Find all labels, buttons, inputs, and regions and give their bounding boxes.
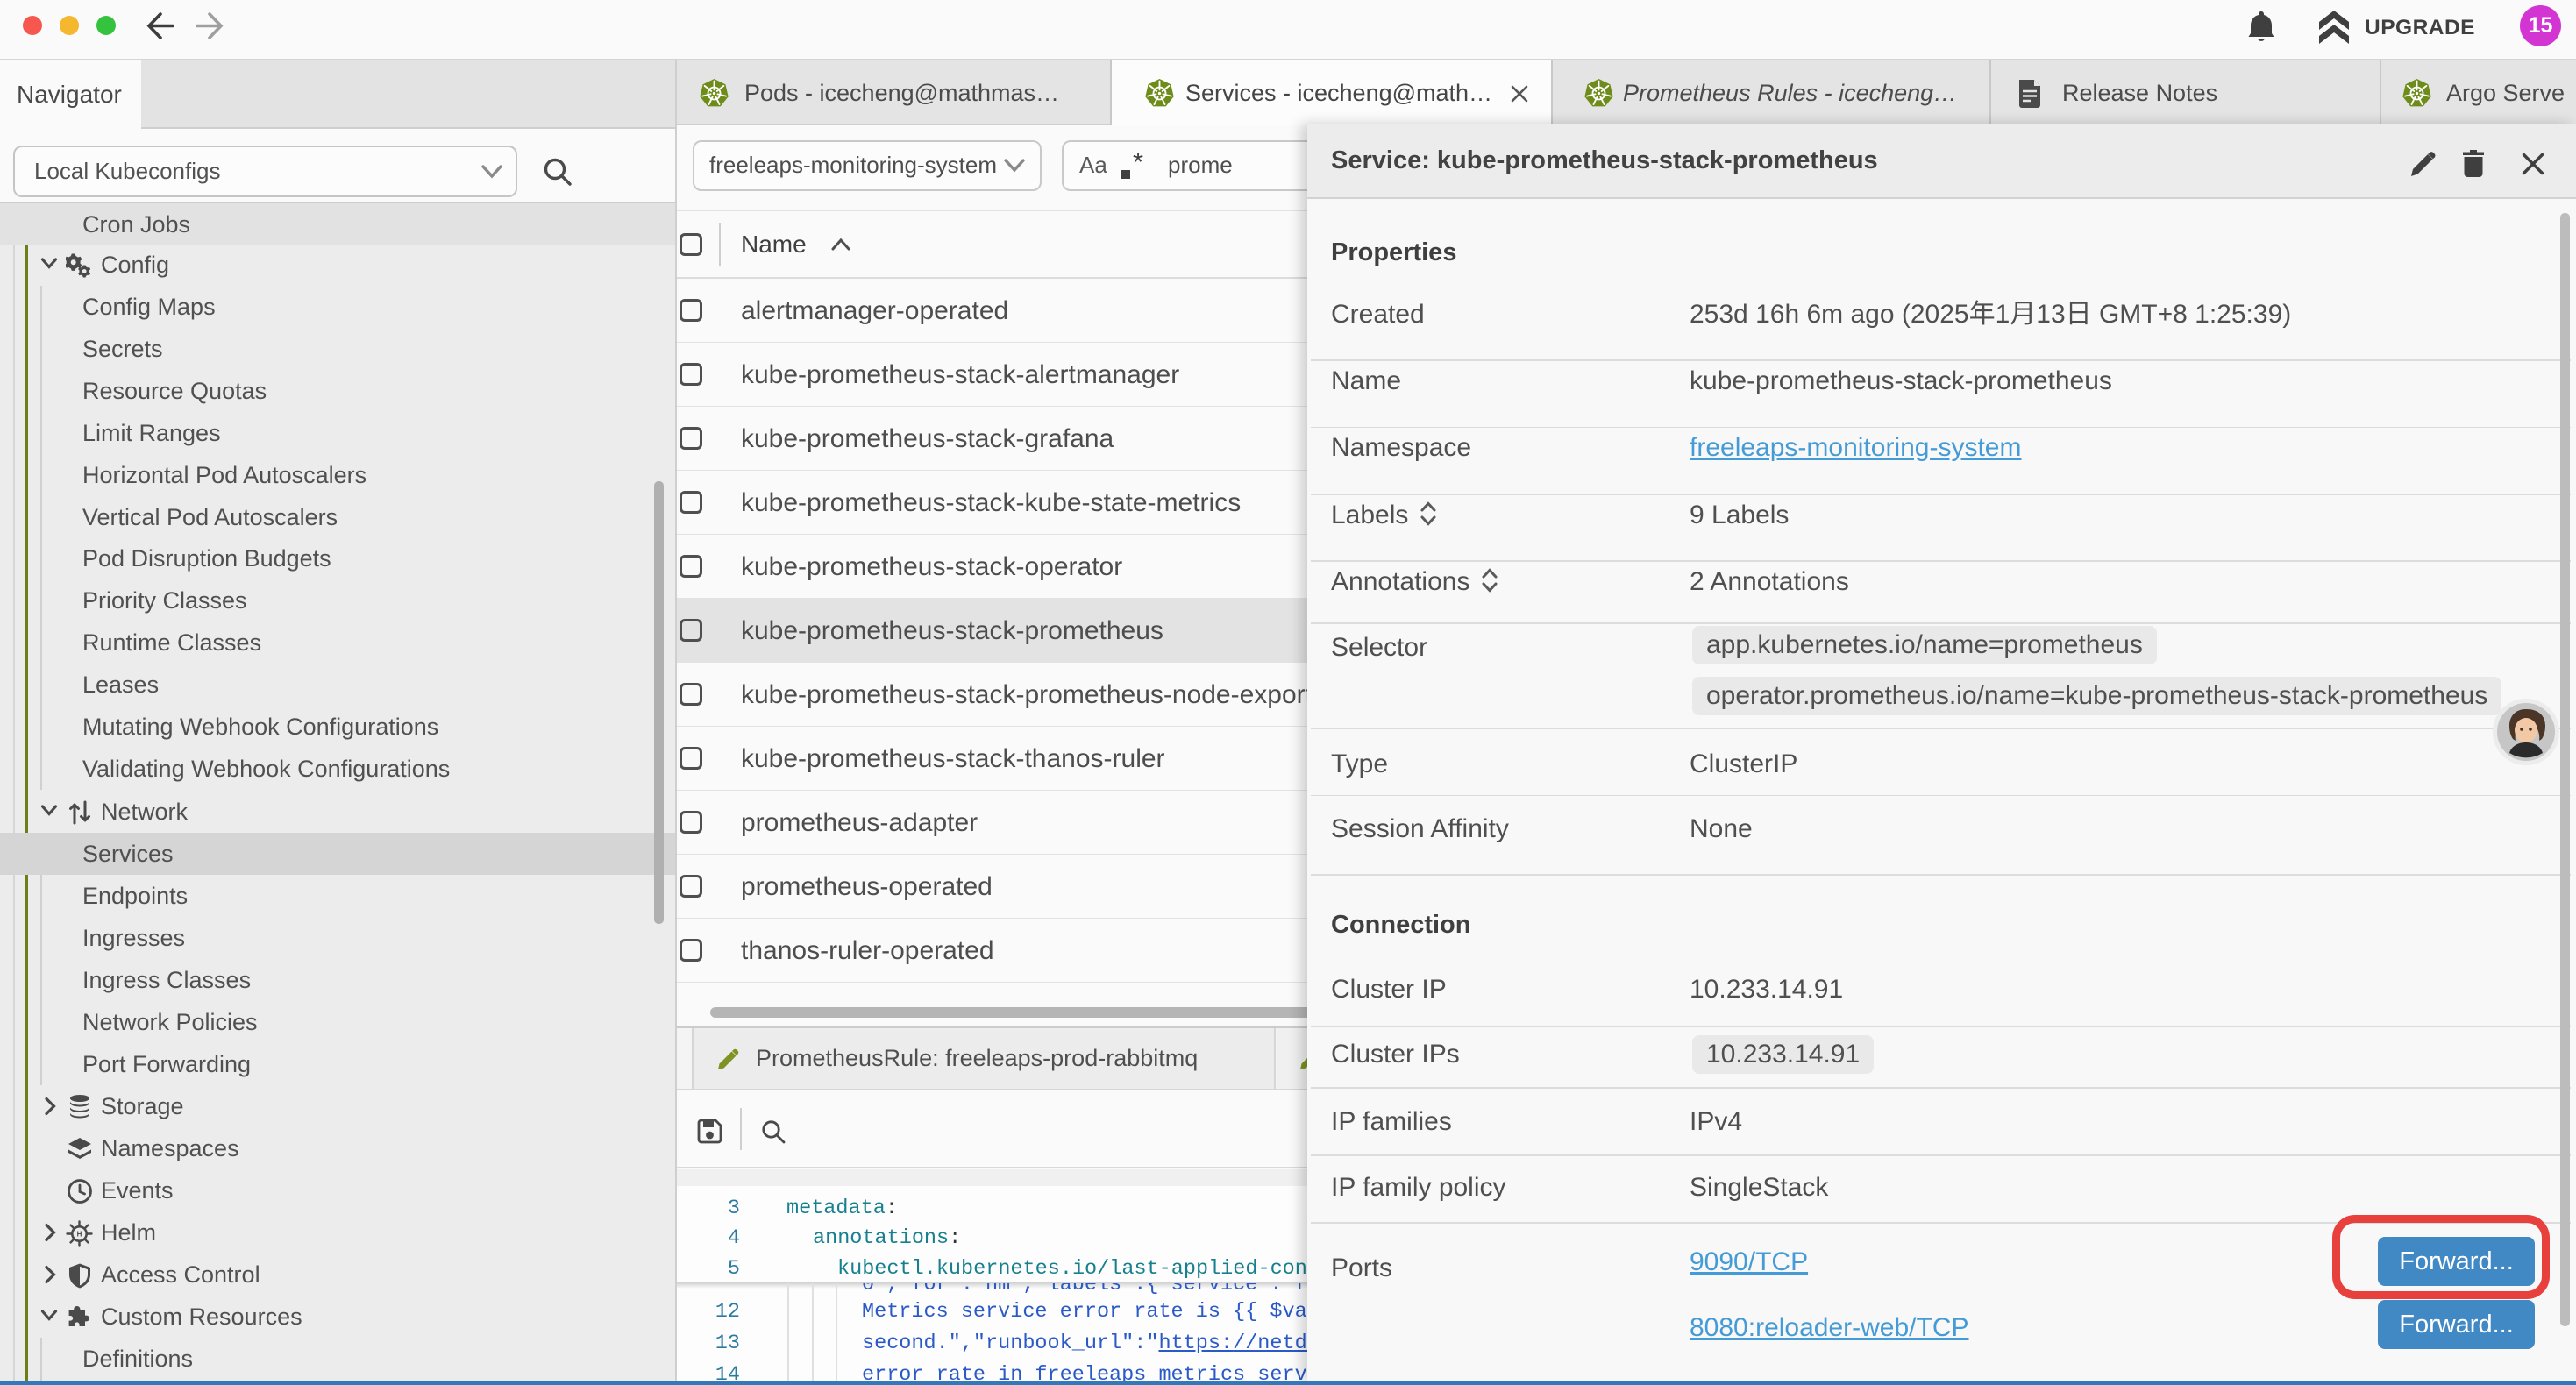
svg-text:H: H — [77, 1231, 82, 1239]
